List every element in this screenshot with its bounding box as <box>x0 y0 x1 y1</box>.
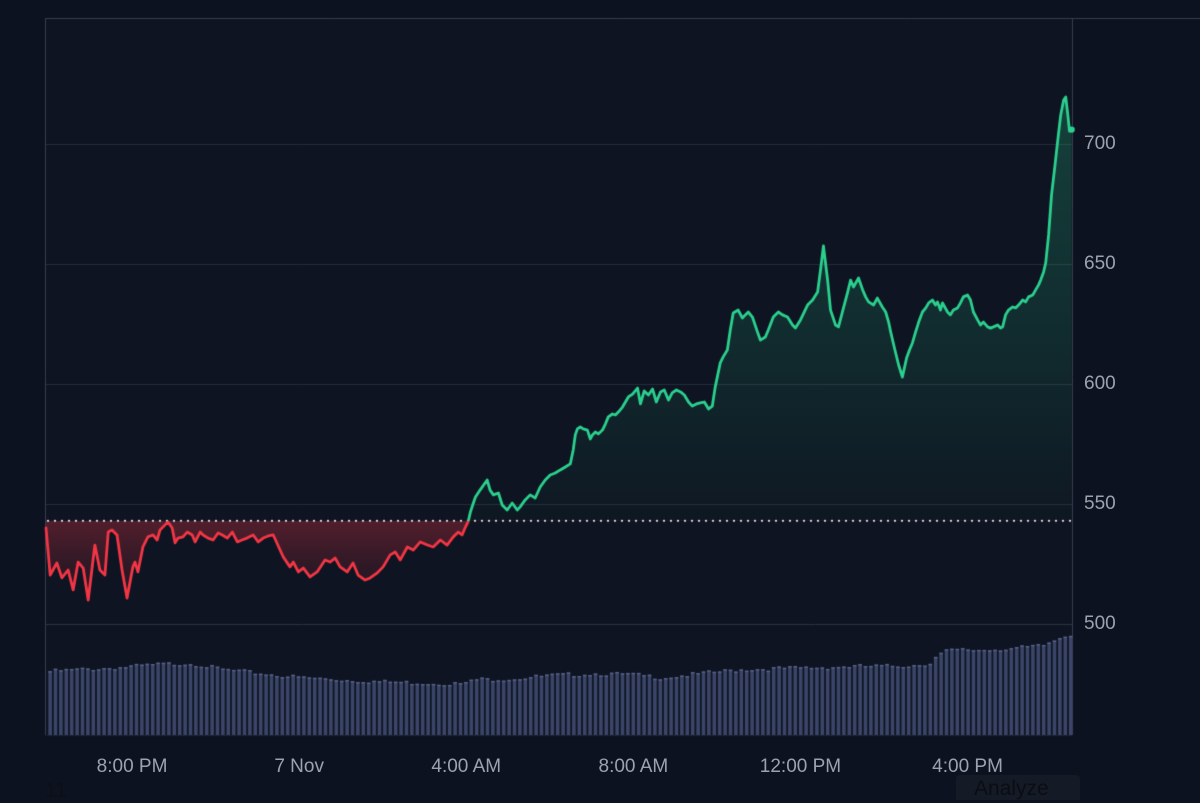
x-axis-label-8-00-am: 8:00 AM <box>599 757 669 777</box>
x-axis-label-4-00-pm: 4:00 PM <box>932 757 1003 777</box>
x-axis-label-7-nov: 7 Nov <box>274 757 324 777</box>
context-menu: Analyze <box>956 775 1080 800</box>
y-axis-label-600: 600 <box>1084 374 1116 394</box>
y-axis-label-500: 500 <box>1084 614 1116 634</box>
x-axis-label-4-00-am: 4:00 AM <box>431 757 501 777</box>
x-axis-label-8-00-pm: 8:00 PM <box>97 757 168 777</box>
crypto-price-chart-page: { "page": { "background": "#0d1220" }, "… <box>0 0 1200 800</box>
menu-item-analyze[interactable]: Analyze <box>956 775 1080 801</box>
x-axis-label-12-00-pm: 12:00 PM <box>760 757 841 777</box>
y-axis-label-650: 650 <box>1084 254 1116 274</box>
y-axis-label-550: 550 <box>1084 494 1116 514</box>
price-chart-canvas[interactable] <box>0 0 1200 800</box>
y-axis-label-700: 700 <box>1084 134 1116 154</box>
stray-text-11: 11 <box>45 779 67 803</box>
chart-stage: 700 650 600 550 500 8:00 PM 7 Nov 4:00 AM 8:00 … <box>0 0 1200 800</box>
